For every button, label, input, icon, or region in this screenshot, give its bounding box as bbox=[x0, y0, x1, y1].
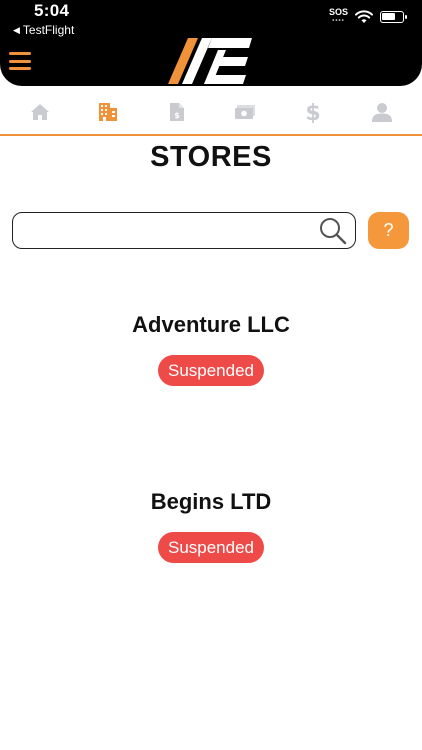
status-badge: Suspended bbox=[157, 532, 265, 563]
dollar-icon: $ bbox=[306, 101, 320, 123]
app-screen: 5:04 ◀ TestFlight SOS •••• $ $ STORES ? … bbox=[0, 0, 422, 750]
signal-dots-icon: •••• bbox=[332, 18, 345, 24]
search-box[interactable] bbox=[12, 212, 356, 249]
search-input[interactable] bbox=[23, 217, 313, 244]
svg-text:$: $ bbox=[306, 101, 320, 123]
cash-icon bbox=[235, 105, 256, 119]
store-name: Begins LTD bbox=[150, 489, 272, 514]
back-app-label: TestFlight bbox=[22, 23, 75, 37]
store-name: Adventure LLC bbox=[132, 312, 290, 337]
back-triangle-icon: ◀ bbox=[13, 24, 20, 35]
hamburger-menu-button[interactable] bbox=[9, 52, 31, 70]
building-icon bbox=[99, 103, 118, 121]
help-button[interactable]: ? bbox=[368, 212, 409, 249]
store-item[interactable]: Adventure LLC Suspended bbox=[0, 312, 422, 386]
svg-text:$: $ bbox=[174, 111, 180, 120]
user-icon bbox=[371, 103, 392, 122]
main-nav-tabs: $ $ bbox=[0, 91, 422, 133]
status-badge: Suspended bbox=[157, 355, 265, 386]
status-time: 5:04 bbox=[34, 1, 70, 20]
sos-indicator: SOS •••• bbox=[329, 8, 348, 26]
tab-payments[interactable] bbox=[225, 95, 265, 129]
tab-profile[interactable] bbox=[362, 95, 402, 129]
status-indicators: SOS •••• bbox=[329, 8, 407, 26]
app-header: 5:04 ◀ TestFlight SOS •••• bbox=[0, 0, 422, 86]
tab-invoices[interactable]: $ bbox=[157, 95, 197, 129]
sos-label: SOS bbox=[328, 7, 348, 17]
tab-billing[interactable]: $ bbox=[293, 95, 333, 129]
home-icon bbox=[31, 104, 50, 120]
ae-logo bbox=[168, 38, 252, 84]
back-to-app-link[interactable]: ◀ TestFlight bbox=[13, 23, 74, 37]
wifi-icon bbox=[355, 10, 373, 23]
search-icon[interactable] bbox=[318, 216, 348, 246]
invoice-icon: $ bbox=[169, 103, 184, 121]
tab-stores[interactable] bbox=[88, 95, 128, 129]
store-item[interactable]: Begins LTD Suspended bbox=[0, 489, 422, 563]
nav-divider bbox=[0, 134, 422, 136]
tab-home[interactable] bbox=[20, 95, 60, 129]
page-title: STORES bbox=[150, 141, 272, 173]
battery-icon bbox=[380, 11, 407, 23]
